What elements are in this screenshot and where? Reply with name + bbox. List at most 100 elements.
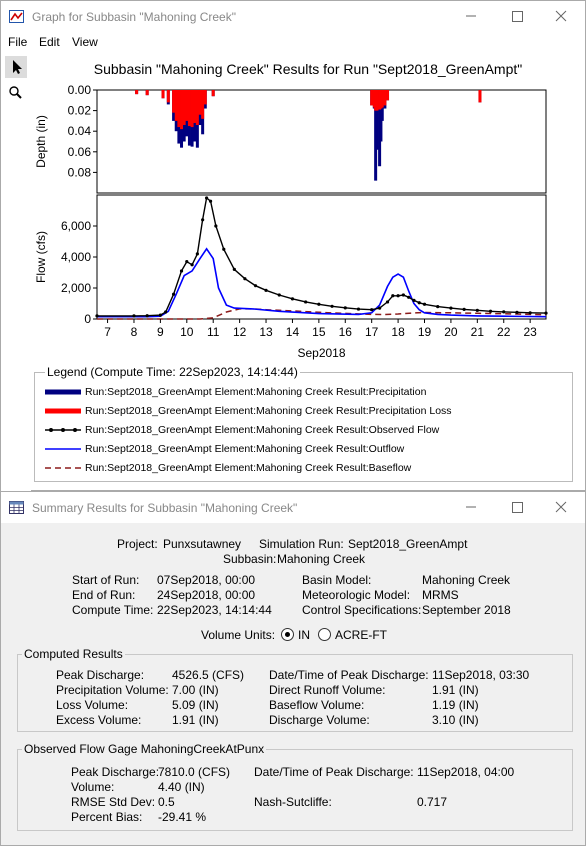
- observed-flow-label: Observed Flow Gage MahoningCreekAtPunx: [22, 742, 267, 756]
- observed-flow-marker: [304, 300, 308, 304]
- observed-flow-marker: [232, 267, 236, 271]
- minimize-button[interactable]: [457, 6, 485, 26]
- observed-flow-marker: [145, 314, 149, 318]
- end-value: 24Sep2018, 00:00: [157, 588, 256, 602]
- pointer-tool[interactable]: [5, 56, 27, 78]
- sim-run-label: Simulation Run:: [259, 537, 344, 551]
- x-tick-label: 14: [286, 325, 300, 339]
- unit-in-radio[interactable]: [281, 628, 294, 641]
- observed-flow-marker: [417, 301, 421, 305]
- observed-flow-marker: [243, 277, 247, 281]
- x-tick-label: 19: [418, 325, 432, 339]
- observed-flow-marker: [264, 288, 268, 292]
- x-tick-label: 15: [312, 325, 326, 339]
- depth-panel-frame: [96, 89, 547, 194]
- x-tick-label: 13: [259, 325, 273, 339]
- observed-flow-marker: [422, 302, 427, 306]
- precipitation-loss-bar: [161, 90, 165, 99]
- graph-window-title: Graph for Subbasin "Mahoning Creek": [32, 10, 236, 24]
- depth-panel: 0.00 0.02 0.04 0.06 0.08 Depth (in): [34, 83, 547, 194]
- unit-acre-ft-label[interactable]: ACRE-FT: [335, 628, 387, 642]
- summary-maximize-button[interactable]: [503, 497, 531, 517]
- c-excess-volume-value: 1.91 (IN): [172, 713, 219, 727]
- summary-titlebar[interactable]: Summary Results for Subbasin "Mahoning C…: [1, 492, 585, 523]
- start-label: Start of Run:: [72, 573, 140, 587]
- precipitation-loss-bar: [203, 90, 207, 105]
- observed-flow-marker: [475, 308, 479, 312]
- menu-view[interactable]: View: [72, 35, 98, 49]
- x-tick-label: 22: [497, 325, 511, 339]
- precipitation-loss-bar: [383, 90, 387, 106]
- hec-hms-app-icon: [9, 10, 24, 23]
- observed-flow-marker: [164, 310, 168, 314]
- flow-tick-label: 0: [84, 312, 91, 326]
- x-tick-label: 23: [523, 325, 537, 339]
- compute-value: 22Sep2023, 14:14:44: [157, 603, 272, 617]
- x-tick-label: 7: [104, 325, 111, 339]
- observed-flow-marker: [515, 310, 519, 314]
- close-button[interactable]: [547, 6, 575, 26]
- observed-flow-marker: [253, 284, 258, 288]
- volume-units-label: Volume Units:: [201, 628, 276, 642]
- legend-title: Legend (Compute Time: 22Sep2023, 14:14:4…: [45, 365, 300, 379]
- maximize-button[interactable]: [503, 6, 531, 26]
- unit-acre-ft-radio[interactable]: [318, 628, 331, 641]
- c-discharge-volume-value: 3.10 (IN): [432, 713, 479, 727]
- observed-flow-marker: [158, 313, 162, 317]
- depth-tick-label: 0.04: [68, 124, 92, 138]
- graph-toolbar: [1, 52, 31, 492]
- precipitation-loss-bar: [187, 90, 191, 127]
- observed-flow-marker: [208, 199, 213, 203]
- precipitation-loss-bar: [145, 90, 149, 96]
- flow-tick-label: 2,000: [61, 281, 91, 295]
- precipitation-loss-bar: [190, 90, 194, 128]
- results-plot[interactable]: Subbasin "Mahoning Creek" Results for Ru…: [31, 52, 586, 365]
- start-value: 07Sep2018, 00:00: [157, 573, 256, 587]
- o-peak-discharge-label: Peak Discharge:: [71, 765, 160, 779]
- met-value: MRMS: [422, 588, 459, 602]
- flow-tick-label: 6,000: [61, 219, 91, 233]
- o-peak-discharge-value: 7810.0 (CFS): [158, 765, 231, 779]
- observed-flow-marker: [436, 305, 440, 309]
- observed-flow-marker: [214, 224, 218, 228]
- c-direct-runoff-label: Direct Runoff Volume:: [269, 683, 386, 697]
- legend-swatch: [45, 467, 81, 469]
- menu-file[interactable]: File: [8, 35, 27, 49]
- unit-in-label[interactable]: IN: [298, 628, 310, 642]
- subbasin-label: Subbasin:: [223, 552, 277, 566]
- graph-titlebar[interactable]: Graph for Subbasin "Mahoning Creek": [1, 1, 585, 32]
- precipitation-loss-bar: [195, 90, 199, 126]
- depth-axis-label: Depth (in): [34, 115, 48, 168]
- c-precip-volume-label: Precipitation Volume:: [56, 683, 169, 697]
- x-tick-label: 17: [365, 325, 379, 339]
- observed-flow-marker: [195, 252, 199, 256]
- precipitation-loss-bar: [370, 90, 374, 106]
- project-value: Punxsutawney: [163, 537, 242, 551]
- precipitation-loss-bar: [211, 90, 215, 97]
- observed-flow-marker: [412, 298, 416, 302]
- menu-edit[interactable]: Edit: [39, 35, 60, 49]
- o-bias-value: -29.41 %: [158, 810, 207, 824]
- x-tick-label: 18: [391, 325, 405, 339]
- flow-panel: 0 2,000 4,000 6,000 Flow (cfs): [34, 194, 548, 326]
- summary-window-title: Summary Results for Subbasin "Mahoning C…: [32, 501, 298, 515]
- zoom-tool[interactable]: [5, 82, 27, 104]
- observed-flow-marker: [290, 297, 295, 301]
- c-baseflow-volume-value: 1.19 (IN): [432, 698, 479, 712]
- precipitation-loss-bar: [172, 90, 176, 113]
- flow-panel-frame: [96, 194, 547, 320]
- o-volume-label: Volume:: [71, 780, 115, 794]
- x-tick-label: 12: [233, 325, 247, 339]
- summary-minimize-button[interactable]: [457, 497, 485, 517]
- depth-tick-label: 0.00: [68, 83, 92, 97]
- summary-close-button[interactable]: [547, 497, 575, 517]
- precipitation-loss-bar: [386, 90, 390, 101]
- c-excess-volume-label: Excess Volume:: [56, 713, 142, 727]
- control-label: Control Specifications:: [302, 603, 422, 617]
- precipitation-loss-bar: [177, 90, 181, 128]
- flow-tick-label: 4,000: [61, 250, 91, 264]
- observed-flow-marker: [356, 307, 361, 311]
- observed-flow-marker: [407, 295, 411, 299]
- basin-value: Mahoning Creek: [422, 573, 511, 587]
- x-tick-label: 10: [180, 325, 194, 339]
